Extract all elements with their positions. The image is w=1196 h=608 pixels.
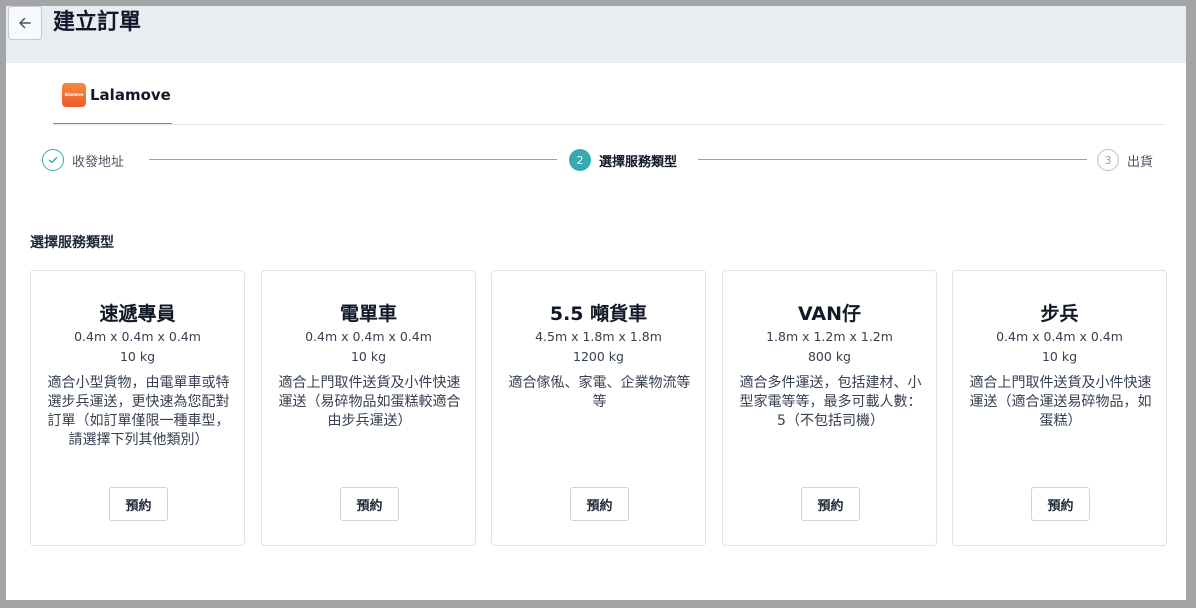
service-description: 適合上門取件送貨及小件快速運送（適合運送易碎物品，如蛋糕） — [969, 375, 1152, 429]
tab-label: Lalamove — [90, 85, 171, 104]
step-shipping: 3 出貨 — [1097, 147, 1153, 173]
book-button[interactable]: 預約 — [340, 487, 399, 521]
service-dimensions: 1.8m x 1.2m x 1.2m — [766, 329, 893, 344]
section-title: 選擇服務類型 — [30, 235, 114, 251]
service-description: 適合小型貨物，由電單車或特選步兵運送，更快速為您配對訂單（如訂單僅限一種車型，請… — [47, 375, 230, 448]
logo-text: lalamove — [64, 92, 84, 97]
step-connector — [149, 159, 557, 160]
create-order-page: 建立訂單 lalamove Lalamove 收發地址 2 選擇服務類型 3 出… — [6, 6, 1186, 600]
book-button[interactable]: 預約 — [801, 487, 860, 521]
order-stepper: 收發地址 2 選擇服務類型 3 出貨 — [42, 147, 1157, 173]
service-card-truck: 5.5 噸貨車 4.5m x 1.8m x 1.8m 1200 kg 適合傢俬、… — [491, 270, 706, 546]
step-number: 2 — [569, 149, 591, 171]
step-label: 收發地址 — [72, 154, 125, 170]
service-dimensions: 0.4m x 0.4m x 0.4m — [74, 329, 201, 344]
book-button[interactable]: 預約 — [1031, 487, 1090, 521]
service-card-van: VAN仔 1.8m x 1.2m x 1.2m 800 kg 適合多件運送，包括… — [722, 270, 937, 546]
service-dimensions: 0.4m x 0.4m x 0.4m — [996, 329, 1123, 344]
service-card-walker: 步兵 0.4m x 0.4m x 0.4m 10 kg 適合上門取件送貨及小件快… — [952, 270, 1167, 546]
step-address: 收發地址 — [42, 147, 124, 173]
service-weight: 1200 kg — [573, 349, 624, 364]
step-label: 選擇服務類型 — [599, 154, 678, 170]
service-name: 5.5 噸貨車 — [549, 303, 648, 325]
service-name: 速遞專員 — [99, 303, 176, 325]
page-header: 建立訂單 — [6, 6, 1186, 63]
page-title: 建立訂單 — [53, 10, 142, 35]
book-button[interactable]: 預約 — [109, 487, 168, 521]
service-description: 適合傢俬、家電、企業物流等等 — [508, 375, 691, 410]
tab-lalamove[interactable]: lalamove Lalamove — [53, 66, 172, 125]
lalamove-logo: lalamove — [62, 82, 86, 107]
service-name: 步兵 — [1040, 303, 1079, 325]
back-button[interactable] — [8, 6, 42, 40]
book-button[interactable]: 預約 — [570, 487, 629, 521]
service-weight: 10 kg — [119, 349, 156, 364]
step-label: 出貨 — [1127, 154, 1154, 170]
service-card-motorcycle: 電單車 0.4m x 0.4m x 0.4m 10 kg 適合上門取件送貨及小件… — [261, 270, 476, 546]
service-card-courier: 速遞專員 0.4m x 0.4m x 0.4m 10 kg 適合小型貨物，由電單… — [30, 270, 245, 546]
service-description: 適合上門取件送貨及小件快速運送（易碎物品如蛋糕較適合由步兵運送） — [278, 375, 461, 429]
step-service-type: 2 選擇服務類型 — [569, 147, 677, 173]
service-weight: 10 kg — [1041, 349, 1078, 364]
service-name: 電單車 — [339, 303, 397, 325]
step-connector — [698, 159, 1087, 160]
service-description: 適合多件運送，包括建材、小型家電等等，最多可載人數：5（不包括司機） — [739, 375, 922, 429]
tab-divider — [53, 124, 1166, 125]
step-number: 3 — [1097, 149, 1119, 171]
service-dimensions: 4.5m x 1.8m x 1.8m — [535, 329, 662, 344]
service-weight: 10 kg — [350, 349, 387, 364]
service-name: VAN仔 — [797, 303, 862, 325]
service-dimensions: 0.4m x 0.4m x 0.4m — [305, 329, 432, 344]
arrow-left-icon — [19, 17, 31, 29]
check-icon — [42, 149, 64, 171]
service-weight: 800 kg — [807, 349, 851, 364]
